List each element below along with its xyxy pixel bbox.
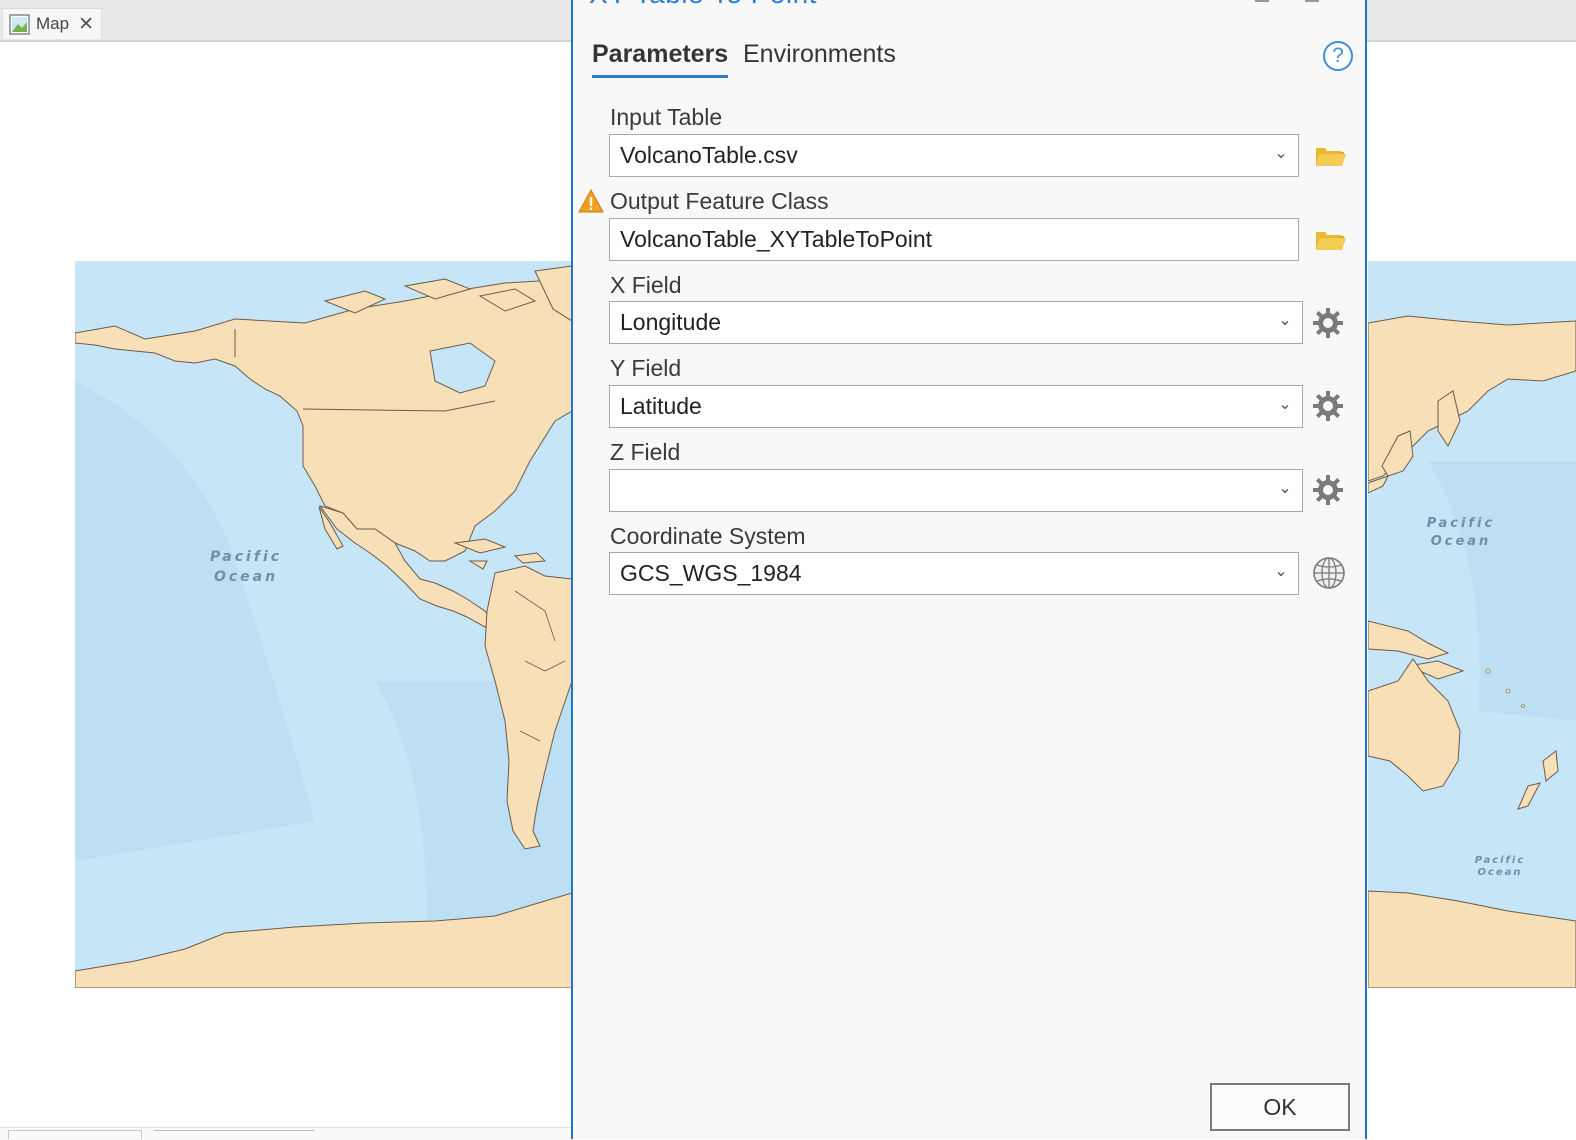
world-map-left: Pacific Ocean xyxy=(75,261,572,988)
ocean-label-ocean-right-lower: Ocean xyxy=(1477,867,1522,878)
pane-pin-icon[interactable] xyxy=(1305,0,1319,2)
map-document-tab[interactable]: Map ✕ xyxy=(2,8,102,39)
y-field-value: Latitude xyxy=(620,393,702,419)
z-field-label: Z Field xyxy=(610,439,681,465)
output-feature-class-field[interactable]: VolcanoTable_XYTableToPoint xyxy=(609,218,1299,261)
ocean-label-pacific: Pacific xyxy=(210,549,282,565)
map-status-bar xyxy=(0,1127,572,1140)
y-field-label: Y Field xyxy=(610,355,682,381)
status-toolbar xyxy=(154,1130,314,1139)
coordinate-system-dropdown[interactable]: GCS_WGS_1984 ⌄ xyxy=(609,552,1299,595)
output-feature-class-label: Output Feature Class xyxy=(610,188,829,214)
chevron-down-icon[interactable]: ⌄ xyxy=(1272,561,1290,583)
ocean-label-ocean: Ocean xyxy=(214,569,278,585)
z-field-dropdown[interactable]: ⌄ xyxy=(609,469,1303,512)
map-document-icon xyxy=(9,13,30,35)
chevron-down-icon[interactable]: ⌄ xyxy=(1276,310,1294,332)
input-table-label: Input Table xyxy=(610,104,723,130)
output-feature-class-value: VolcanoTable_XYTableToPoint xyxy=(620,226,933,252)
input-table-value: VolcanoTable.csv xyxy=(620,142,798,168)
coordinate-system-value: GCS_WGS_1984 xyxy=(620,560,802,586)
map-asia-panel: Pacific Ocean Pacific Ocean xyxy=(1368,261,1576,988)
folder-icon[interactable] xyxy=(1313,138,1347,172)
chevron-down-icon[interactable]: ⌄ xyxy=(1272,143,1290,165)
coordinate-system-label: Coordinate System xyxy=(610,523,806,549)
y-field-dropdown[interactable]: Latitude ⌄ xyxy=(609,385,1303,428)
pane-title-icons xyxy=(1255,0,1335,6)
warning-icon[interactable] xyxy=(578,188,604,214)
ocean-label-pacific-right-lower: Pacific xyxy=(1475,855,1526,866)
map-tab-label: Map xyxy=(36,14,70,33)
help-icon[interactable]: ? xyxy=(1323,41,1353,71)
chevron-down-icon[interactable]: ⌄ xyxy=(1276,478,1294,500)
close-icon[interactable]: ✕ xyxy=(78,15,94,34)
tab-parameters[interactable]: Parameters xyxy=(592,40,729,78)
gear-icon[interactable] xyxy=(1311,473,1345,507)
pane-menu-icon[interactable] xyxy=(1255,0,1269,2)
x-field-value: Longitude xyxy=(620,309,722,335)
x-field-dropdown[interactable]: Longitude ⌄ xyxy=(609,301,1303,344)
geoprocessing-pane: XY Table To Point Parameters Environment… xyxy=(571,0,1367,1139)
map-americas-panel: Pacific Ocean xyxy=(75,261,572,988)
globe-icon[interactable] xyxy=(1312,556,1346,590)
x-field-label: X Field xyxy=(610,272,682,298)
ocean-label-pacific-right: Pacific xyxy=(1427,516,1495,531)
tab-environments[interactable]: Environments xyxy=(743,40,896,69)
gear-icon[interactable] xyxy=(1311,306,1345,340)
tool-title: XY Table To Point xyxy=(589,0,817,10)
gear-icon[interactable] xyxy=(1311,389,1345,423)
folder-icon[interactable] xyxy=(1313,222,1347,256)
ok-button[interactable]: OK xyxy=(1210,1083,1350,1131)
chevron-down-icon[interactable]: ⌄ xyxy=(1276,394,1294,416)
input-table-dropdown[interactable]: VolcanoTable.csv ⌄ xyxy=(609,134,1299,177)
scale-dropdown[interactable] xyxy=(8,1130,142,1139)
world-map-right: Pacific Ocean Pacific Ocean xyxy=(1368,261,1576,988)
ocean-label-ocean-right: Ocean xyxy=(1431,534,1492,549)
